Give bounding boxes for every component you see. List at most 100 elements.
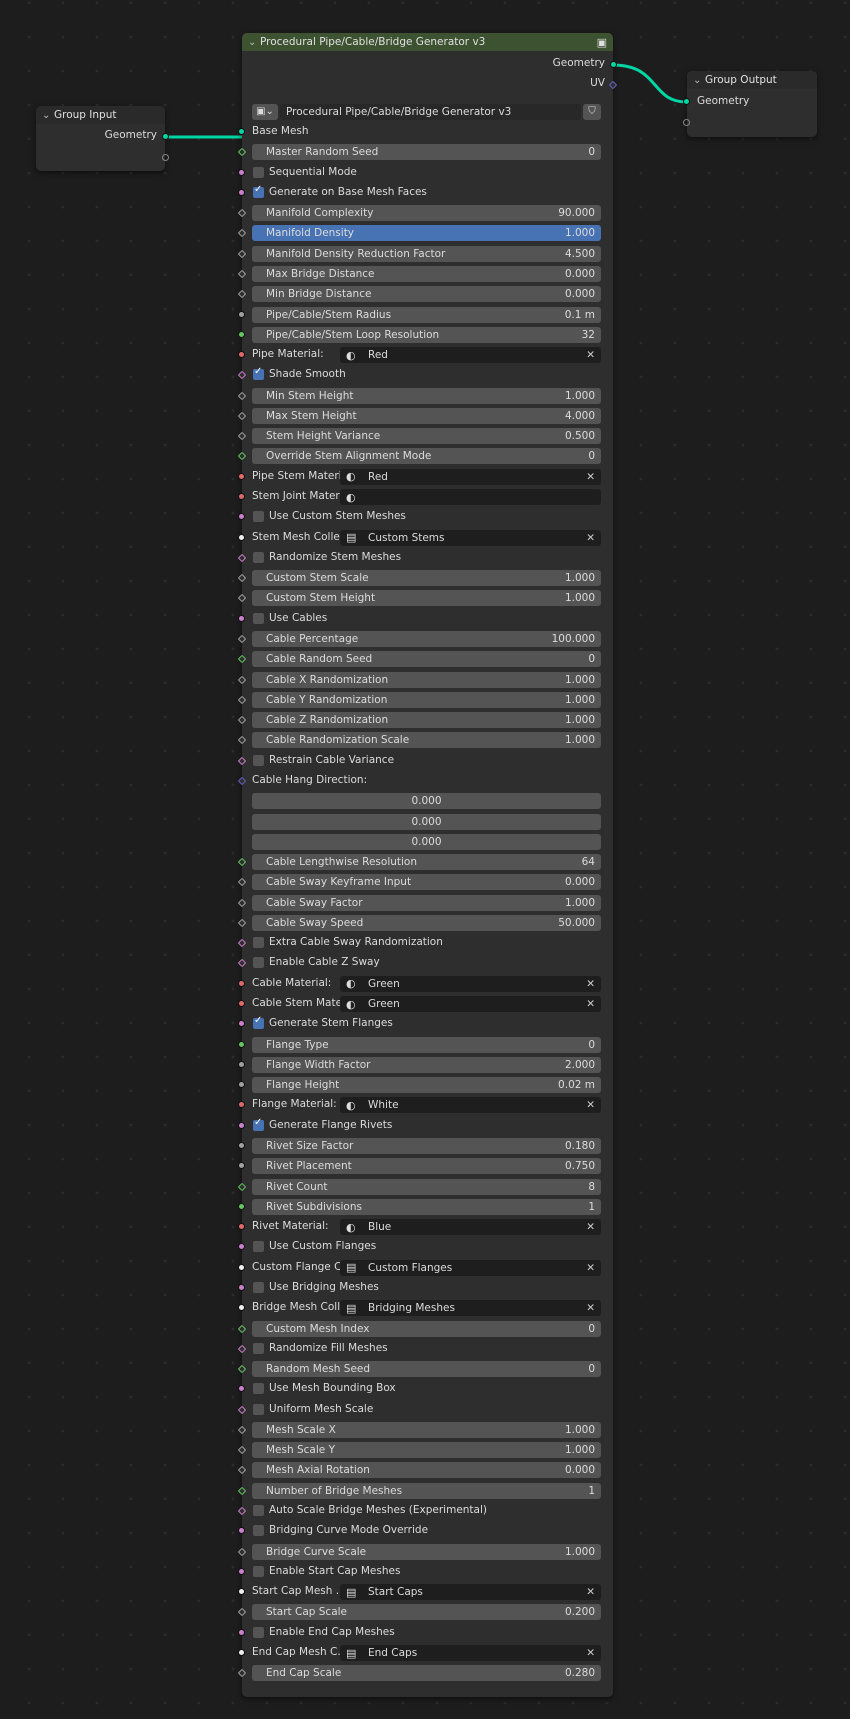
clear-x-icon[interactable]: ✕: [586, 1221, 595, 1233]
clear-x-icon[interactable]: ✕: [586, 1302, 595, 1314]
shade-smooth-label[interactable]: Shade Smooth: [269, 368, 346, 380]
pipe-stem-materi-selector[interactable]: ◐ Red ✕: [340, 468, 601, 485]
stem-joint-materi-selector[interactable]: ◐: [340, 489, 601, 506]
flange-width-factor-socket-icon[interactable]: [238, 1060, 245, 1068]
mesh-axial-rotation-field[interactable]: Mesh Axial Rotation 0.000: [252, 1462, 601, 1479]
generate-on-base-mesh-faces-checkbox[interactable]: [253, 184, 264, 198]
cable-hang-direction-y-field[interactable]: 0.000: [252, 813, 601, 830]
cable-sway-speed-field[interactable]: Cable Sway Speed 50.000: [252, 914, 601, 931]
cable-percentage-field[interactable]: Cable Percentage 100.000: [252, 631, 601, 647]
use-custom-flanges-checkbox[interactable]: [253, 1241, 264, 1253]
random-mesh-seed-field[interactable]: Random Mesh Seed 0: [252, 1361, 601, 1378]
use-custom-flanges-label[interactable]: Use Custom Flanges: [269, 1240, 376, 1252]
chevron-down-icon[interactable]: ⌄: [42, 110, 54, 121]
generate-on-base-mesh-faces-label[interactable]: Generate on Base Mesh Faces: [269, 186, 427, 198]
generate-flange-rivets-checkbox[interactable]: [253, 1117, 264, 1131]
generate-stem-flanges-checkbox[interactable]: [253, 1015, 264, 1030]
restrain-cable-variance-checkbox[interactable]: [253, 754, 264, 766]
flange-height-socket-icon[interactable]: [238, 1081, 245, 1089]
mesh-scale-x-field[interactable]: Mesh Scale X 1.000: [252, 1421, 601, 1438]
chevron-down-icon[interactable]: ⌄: [693, 75, 705, 86]
clear-x-icon[interactable]: ✕: [586, 998, 595, 1010]
geometry-socket-icon[interactable]: [683, 98, 690, 105]
manifold-density-reduction-factor-field[interactable]: Manifold Density Reduction Factor 4.500: [252, 245, 601, 262]
stem-mesh-colle-selector[interactable]: ▤ Custom Stems ✕: [340, 529, 601, 546]
use-bridging-meshes-checkbox[interactable]: [253, 1281, 264, 1293]
custom-flange-c-socket-icon[interactable]: [238, 1263, 245, 1271]
auto-scale-bridge-meshes-experimental-label[interactable]: Auto Scale Bridge Meshes (Experimental): [269, 1504, 487, 1516]
uniform-mesh-scale-label[interactable]: Uniform Mesh Scale: [269, 1403, 373, 1415]
pipe-stem-materi-socket-icon[interactable]: [238, 472, 245, 480]
cable-sway-keyframe-input-field[interactable]: Cable Sway Keyframe Input 0.000: [252, 874, 601, 891]
clear-x-icon[interactable]: ✕: [586, 349, 595, 361]
start-cap-mesh-selector[interactable]: ▤ Start Caps ✕: [340, 1584, 601, 1601]
max-stem-height-field[interactable]: Max Stem Height 4.000: [252, 407, 601, 424]
geometry-socket-icon[interactable]: [610, 61, 617, 68]
enable-cable-z-sway-label[interactable]: Enable Cable Z Sway: [269, 956, 380, 968]
group-input-node[interactable]: ⌄ Group Input Geometry: [36, 106, 169, 171]
mesh-scale-y-field[interactable]: Mesh Scale Y 1.000: [252, 1442, 601, 1459]
restrain-cable-variance-label[interactable]: Restrain Cable Variance: [269, 754, 394, 766]
bridge-mesh-coll-selector[interactable]: ▤ Bridging Meshes ✕: [340, 1300, 601, 1317]
min-stem-height-field[interactable]: Min Stem Height 1.000: [252, 387, 601, 404]
use-cables-socket-icon[interactable]: [238, 614, 245, 622]
randomize-stem-meshes-checkbox[interactable]: [253, 551, 264, 563]
rivet-subdivisions-socket-icon[interactable]: [238, 1202, 245, 1210]
extra-cable-sway-randomization-checkbox[interactable]: [253, 937, 264, 949]
sequential-mode-socket-icon[interactable]: [238, 168, 245, 176]
clear-x-icon[interactable]: ✕: [586, 1647, 595, 1659]
use-mesh-bounding-box-label[interactable]: Use Mesh Bounding Box: [269, 1382, 396, 1394]
manifold-density-field[interactable]: Manifold Density 1.000: [252, 225, 601, 242]
shade-smooth-checkbox[interactable]: [253, 366, 264, 381]
use-custom-flanges-socket-icon[interactable]: [238, 1243, 245, 1251]
flange-width-factor-field[interactable]: Flange Width Factor 2.000: [252, 1056, 601, 1073]
clear-x-icon[interactable]: ✕: [586, 1586, 595, 1598]
rivet-placement-field[interactable]: Rivet Placement 0.750: [252, 1158, 601, 1175]
geometry-socket-icon[interactable]: [162, 133, 169, 140]
bridge-curve-scale-field[interactable]: Bridge Curve Scale 1.000: [252, 1543, 601, 1560]
fake-user-shield-icon[interactable]: ⛉: [583, 104, 601, 120]
generate-stem-flanges-socket-icon[interactable]: [238, 1020, 245, 1028]
start-cap-scale-field[interactable]: Start Cap Scale 0.200: [252, 1604, 601, 1621]
enable-start-cap-meshes-socket-icon[interactable]: [238, 1567, 245, 1575]
max-bridge-distance-field[interactable]: Max Bridge Distance 0.000: [252, 265, 601, 282]
sequential-mode-label[interactable]: Sequential Mode: [269, 166, 357, 178]
node-tree-selector[interactable]: ▣⌄ Procedural Pipe/Cable/Bridge Generato…: [252, 104, 601, 120]
generate-on-base-mesh-faces-socket-icon[interactable]: [238, 188, 245, 196]
generate-flange-rivets-socket-icon[interactable]: [238, 1121, 245, 1129]
use-mesh-bounding-box-checkbox[interactable]: [253, 1383, 264, 1395]
rivet-size-factor-field[interactable]: Rivet Size Factor 0.180: [252, 1138, 601, 1154]
enable-cable-z-sway-checkbox[interactable]: [253, 957, 264, 969]
use-bridging-meshes-label[interactable]: Use Bridging Meshes: [269, 1281, 379, 1293]
bridge-mesh-coll-socket-icon[interactable]: [238, 1304, 245, 1312]
procedural-generator-node[interactable]: ⌄ Procedural Pipe/Cable/Bridge Generator…: [237, 33, 618, 1697]
empty-socket-icon[interactable]: [683, 119, 690, 126]
custom-flange-c-selector[interactable]: ▤ Custom Flanges ✕: [340, 1259, 601, 1276]
auto-scale-bridge-meshes-experimental-checkbox[interactable]: [253, 1505, 264, 1517]
use-mesh-bounding-box-socket-icon[interactable]: [238, 1385, 245, 1393]
cable-lengthwise-resolution-field[interactable]: Cable Lengthwise Resolution 64: [252, 854, 601, 871]
enable-end-cap-meshes-checkbox[interactable]: [253, 1626, 264, 1638]
cable-hang-direction-x-field[interactable]: 0.000: [252, 793, 601, 810]
group-input-header[interactable]: ⌄ Group Input: [36, 106, 165, 124]
custom-stem-height-field[interactable]: Custom Stem Height 1.000: [252, 590, 601, 607]
clear-x-icon[interactable]: ✕: [586, 978, 595, 990]
uniform-mesh-scale-checkbox[interactable]: [253, 1403, 264, 1415]
override-stem-alignment-mode-field[interactable]: Override Stem Alignment Mode 0: [252, 448, 601, 465]
use-custom-stem-meshes-label[interactable]: Use Custom Stem Meshes: [269, 510, 406, 522]
flange-type-field[interactable]: Flange Type 0: [252, 1036, 601, 1053]
stem-mesh-colle-socket-icon[interactable]: [238, 533, 245, 541]
sequential-mode-checkbox[interactable]: [253, 166, 264, 178]
end-cap-scale-field[interactable]: End Cap Scale 0.280: [252, 1665, 601, 1682]
randomize-fill-meshes-checkbox[interactable]: [253, 1342, 264, 1354]
pipe-material-selector[interactable]: ◐ Red ✕: [340, 347, 601, 364]
cable-material-socket-icon[interactable]: [238, 979, 245, 987]
custom-stem-scale-field[interactable]: Custom Stem Scale 1.000: [252, 570, 601, 587]
pipe-cable-stem-loop-resolution-field[interactable]: Pipe/Cable/Stem Loop Resolution 32: [252, 326, 601, 343]
cable-y-randomization-field[interactable]: Cable Y Randomization 1.000: [252, 691, 601, 708]
rivet-material-socket-icon[interactable]: [238, 1223, 245, 1231]
flange-material-selector[interactable]: ◐ White ✕: [340, 1097, 601, 1114]
stem-height-variance-field[interactable]: Stem Height Variance 0.500: [252, 428, 601, 445]
main-node-header[interactable]: ⌄ Procedural Pipe/Cable/Bridge Generator…: [242, 33, 613, 51]
pipe-material-socket-icon[interactable]: [238, 351, 245, 359]
